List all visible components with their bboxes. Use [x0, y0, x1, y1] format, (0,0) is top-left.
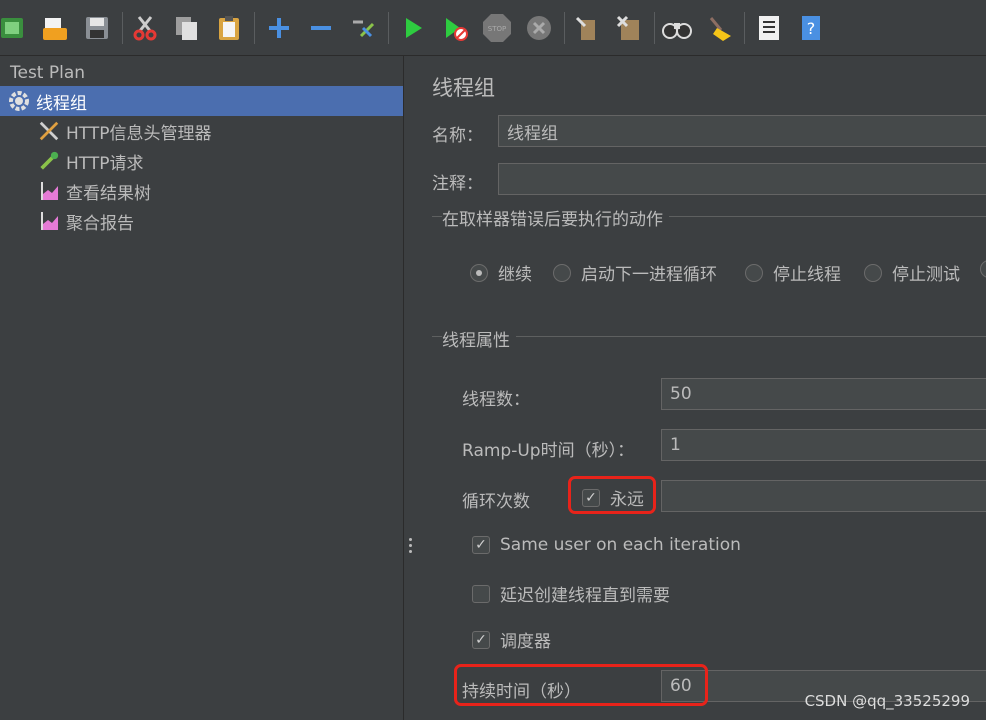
error-action-group-title: 在取样器错误后要执行的动作	[442, 205, 669, 230]
function-helper-icon[interactable]	[752, 10, 786, 46]
tree-item-header-manager[interactable]: HTTP信息头管理器	[0, 116, 403, 146]
chart-icon	[38, 180, 60, 202]
stop-icon[interactable]: STOP	[480, 10, 514, 46]
page-title: 线程组	[432, 76, 495, 100]
highlight-box	[454, 664, 708, 706]
help-icon[interactable]: ?	[794, 10, 828, 46]
same-user-checkbox[interactable]: ✓ Same user on each iteration	[472, 535, 741, 555]
toggle-icon[interactable]	[346, 10, 380, 46]
name-field[interactable]	[498, 115, 986, 147]
start-icon[interactable]	[396, 10, 430, 46]
tree-item-label: Test Plan	[10, 63, 86, 83]
tree-item-test-plan[interactable]: Test Plan	[0, 58, 403, 88]
radio-stop-test[interactable]: 停止测试	[864, 260, 960, 285]
comment-label: 注释：	[432, 174, 483, 194]
clear-icon[interactable]	[570, 10, 604, 46]
chart-icon	[38, 210, 60, 232]
tree-item-thread-group[interactable]: 线程组	[0, 86, 403, 116]
name-label: 名称：	[432, 126, 483, 146]
tree-item-label: 查看结果树	[66, 183, 151, 204]
checkmark-icon: ✓	[472, 630, 490, 649]
tree-item-label: HTTP请求	[66, 153, 144, 174]
loop-count-field[interactable]	[661, 480, 986, 512]
search-icon[interactable]	[660, 10, 694, 46]
shutdown-icon[interactable]	[522, 10, 556, 46]
reset-search-icon[interactable]	[702, 10, 736, 46]
thread-group-panel: 线程组 名称： 注释： 在取样器错误后要执行的动作 继续 启动下一进程循环 停止…	[418, 56, 986, 720]
svg-text:STOP: STOP	[488, 25, 506, 33]
tree-item-label: HTTP信息头管理器	[66, 123, 212, 144]
radio-indicator	[864, 263, 882, 282]
clear-all-icon[interactable]	[612, 10, 646, 46]
copy-icon[interactable]	[170, 10, 204, 46]
scheduler-checkbox[interactable]: ✓ 调度器	[472, 627, 551, 652]
open-icon[interactable]	[38, 10, 72, 46]
test-plan-tree: Test Plan 线程组 HTTP信息头管理器 HTTP请求 查看结果树 聚合…	[0, 56, 403, 720]
radio-start-next-loop[interactable]: 启动下一进程循环	[553, 260, 717, 285]
comment-field[interactable]	[498, 163, 986, 195]
radio-indicator	[745, 263, 763, 282]
tree-item-aggregate-report[interactable]: 聚合报告	[0, 206, 403, 236]
expand-icon[interactable]	[262, 10, 296, 46]
save-icon[interactable]	[80, 10, 114, 46]
cut-icon[interactable]	[128, 10, 162, 46]
rampup-field[interactable]	[661, 429, 986, 461]
split-divider[interactable]	[403, 56, 418, 720]
radio-continue[interactable]: 继续	[470, 260, 532, 285]
tree-item-label: 聚合报告	[66, 213, 134, 234]
watermark: CSDN @qq_33525299	[804, 692, 970, 710]
toolbar: STOP ?	[0, 0, 986, 56]
gear-icon	[8, 90, 30, 112]
radio-indicator	[470, 263, 488, 282]
tree-item-http-request[interactable]: HTTP请求	[0, 146, 403, 176]
loop-count-label: 循环次数	[462, 492, 530, 512]
radio-stop-thread[interactable]: 停止线程	[745, 260, 841, 285]
tools-icon	[38, 120, 60, 142]
highlight-box	[568, 476, 656, 514]
checkmark-icon: ✓	[472, 536, 490, 554]
radio-more[interactable]	[980, 260, 986, 278]
thread-properties-group-title: 线程属性	[442, 326, 516, 351]
svg-text:?: ?	[807, 19, 816, 38]
rampup-label: Ramp-Up时间（秒）：	[462, 441, 635, 461]
templates-icon[interactable]	[0, 10, 30, 46]
paste-icon[interactable]	[212, 10, 246, 46]
radio-indicator	[553, 263, 571, 282]
threads-label: 线程数：	[462, 390, 530, 410]
pipette-icon	[38, 150, 60, 172]
tree-item-label: 线程组	[36, 93, 87, 114]
radio-indicator	[980, 260, 986, 278]
delay-thread-creation-checkbox[interactable]: 延迟创建线程直到需要	[472, 581, 670, 606]
tree-item-results-tree[interactable]: 查看结果树	[0, 176, 403, 206]
start-no-pauses-icon[interactable]	[438, 10, 472, 46]
collapse-icon[interactable]	[304, 10, 338, 46]
threads-field[interactable]	[661, 378, 986, 410]
